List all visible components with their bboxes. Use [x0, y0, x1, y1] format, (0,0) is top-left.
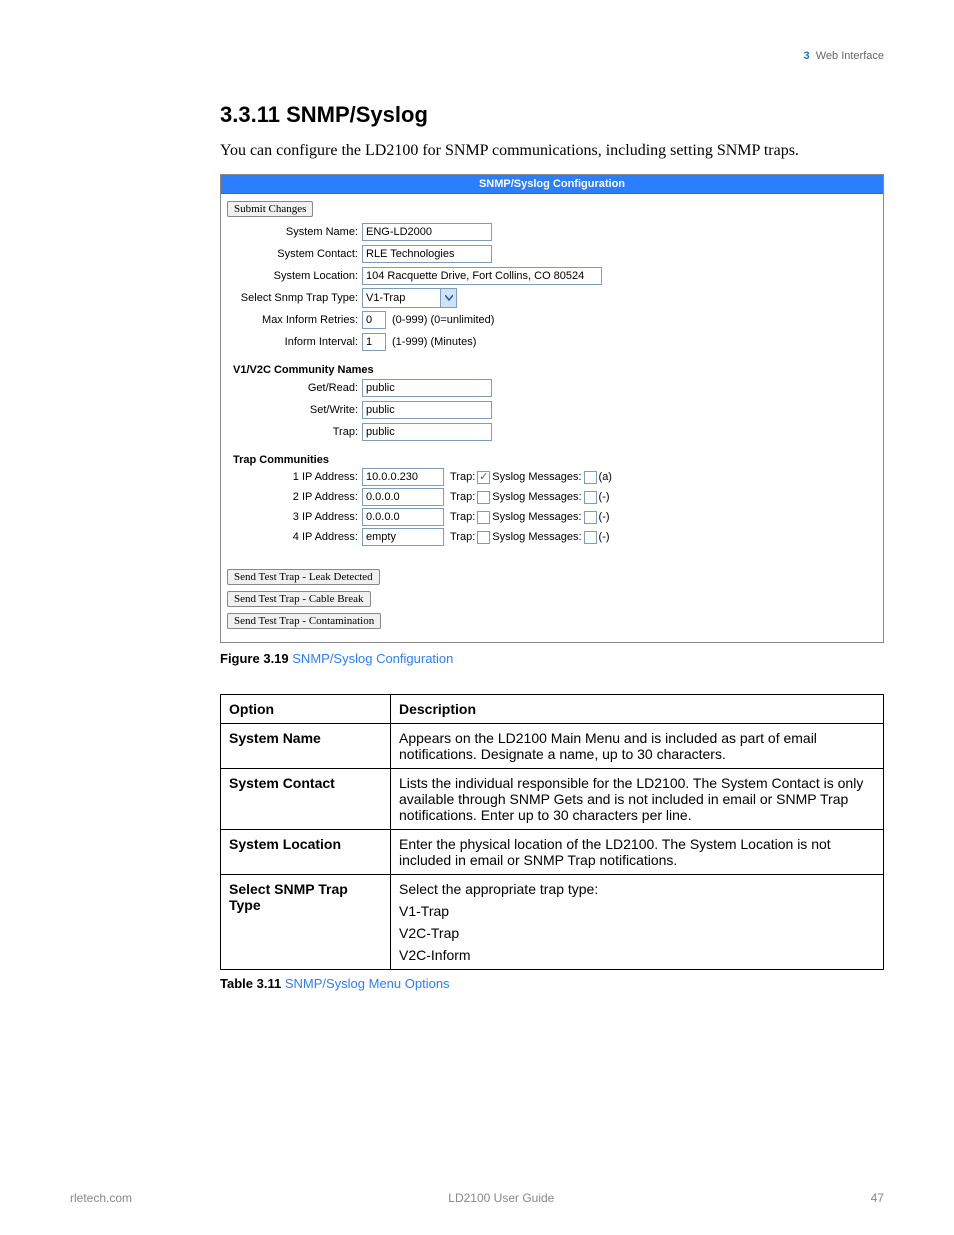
footer-center: LD2100 User Guide: [448, 1191, 554, 1205]
max-retries-input[interactable]: [362, 311, 386, 329]
max-retries-hint: (0-999) (0=unlimited): [392, 314, 494, 326]
chapter-number: 3: [803, 50, 809, 62]
community-names-header: V1/V2C Community Names: [233, 364, 877, 376]
trap2-suffix: (-): [599, 491, 610, 503]
trap3-trap-checkbox[interactable]: [477, 511, 490, 524]
trap4-label: 4 IP Address:: [227, 531, 362, 543]
trap3-ip-input[interactable]: [362, 508, 444, 526]
chevron-down-icon: [440, 289, 456, 307]
config-screenshot: SNMP/Syslog Configuration Submit Changes…: [220, 174, 884, 643]
trap-row: 2 IP Address: Trap: Syslog Messages: (-): [227, 488, 877, 506]
trap3-syslog-checkbox[interactable]: [584, 511, 597, 524]
syslog-word: Syslog Messages:: [492, 471, 581, 483]
trap1-ip-input[interactable]: [362, 468, 444, 486]
trap-row: 4 IP Address: Trap: Syslog Messages: (-): [227, 528, 877, 546]
trap-type-select[interactable]: V1-Trap: [362, 288, 457, 308]
system-location-label: System Location:: [227, 270, 362, 282]
trap4-trap-checkbox[interactable]: [477, 531, 490, 544]
figure-caption: Figure 3.19 SNMP/Syslog Configuration: [220, 651, 884, 666]
trap-row: 3 IP Address: Trap: Syslog Messages: (-): [227, 508, 877, 526]
chapter-title: Web Interface: [816, 50, 884, 62]
trap2-trap-checkbox[interactable]: [477, 491, 490, 504]
trap3-label: 3 IP Address:: [227, 511, 362, 523]
max-retries-label: Max Inform Retries:: [227, 314, 362, 326]
system-contact-label: System Contact:: [227, 248, 362, 260]
col-option: Option: [221, 695, 391, 724]
inform-interval-hint: (1-999) (Minutes): [392, 336, 476, 348]
inform-interval-input[interactable]: [362, 333, 386, 351]
trap1-syslog-checkbox[interactable]: [584, 471, 597, 484]
table-row: System Contact Lists the individual resp…: [221, 769, 884, 830]
page-header: 3 Web Interface: [70, 50, 884, 62]
get-read-label: Get/Read:: [227, 382, 362, 394]
intro-paragraph: You can configure the LD2100 for SNMP co…: [220, 142, 884, 160]
get-read-input[interactable]: [362, 379, 492, 397]
footer-left: rletech.com: [70, 1191, 132, 1205]
trap4-syslog-checkbox[interactable]: [584, 531, 597, 544]
trap2-ip-input[interactable]: [362, 488, 444, 506]
trap-community-label: Trap:: [227, 426, 362, 438]
trap1-trap-checkbox[interactable]: [477, 471, 490, 484]
trap-word: Trap:: [450, 471, 475, 483]
system-name-input[interactable]: [362, 223, 492, 241]
system-location-input[interactable]: [362, 267, 602, 285]
submit-changes-button[interactable]: Submit Changes: [227, 201, 313, 217]
trap3-suffix: (-): [599, 511, 610, 523]
trap-type-label: Select Snmp Trap Type:: [227, 292, 362, 304]
trap-communities-header: Trap Communities: [233, 454, 877, 466]
test-trap-contamination-button[interactable]: Send Test Trap - Contamination: [227, 613, 381, 629]
trap1-label: 1 IP Address:: [227, 471, 362, 483]
table-row: System Name Appears on the LD2100 Main M…: [221, 724, 884, 769]
table-row: System Location Enter the physical locat…: [221, 830, 884, 875]
trap4-ip-input[interactable]: [362, 528, 444, 546]
system-name-label: System Name:: [227, 226, 362, 238]
section-heading: 3.3.11 SNMP/Syslog: [220, 102, 884, 128]
system-contact-input[interactable]: [362, 245, 492, 263]
test-trap-leak-button[interactable]: Send Test Trap - Leak Detected: [227, 569, 380, 585]
page-footer: rletech.com LD2100 User Guide 47: [70, 1191, 884, 1205]
footer-right: 47: [871, 1191, 884, 1205]
trap-community-input[interactable]: [362, 423, 492, 441]
set-write-label: Set/Write:: [227, 404, 362, 416]
col-description: Description: [391, 695, 884, 724]
options-table: Option Description System Name Appears o…: [220, 694, 884, 970]
inform-interval-label: Inform Interval:: [227, 336, 362, 348]
test-trap-cable-button[interactable]: Send Test Trap - Cable Break: [227, 591, 371, 607]
trap1-suffix: (a): [599, 471, 612, 483]
trap-row: 1 IP Address: Trap: Syslog Messages: (a): [227, 468, 877, 486]
config-banner: SNMP/Syslog Configuration: [221, 175, 883, 194]
trap2-label: 2 IP Address:: [227, 491, 362, 503]
table-caption: Table 3.11 SNMP/Syslog Menu Options: [220, 976, 884, 991]
trap4-suffix: (-): [599, 531, 610, 543]
table-row: Select SNMP Trap Type Select the appropr…: [221, 875, 884, 970]
trap2-syslog-checkbox[interactable]: [584, 491, 597, 504]
set-write-input[interactable]: [362, 401, 492, 419]
